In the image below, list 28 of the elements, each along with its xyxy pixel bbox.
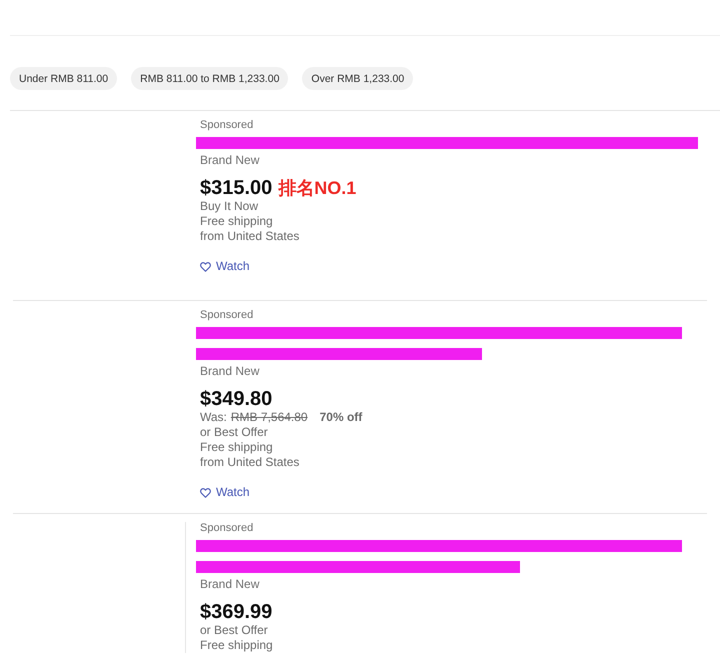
buying-format: or Best Offer xyxy=(200,425,269,440)
sponsored-label: Sponsored xyxy=(200,308,254,322)
price: $349.80 xyxy=(200,388,272,410)
original-price: RMB 7,564.80 xyxy=(230,410,308,425)
sponsored-label: Sponsored xyxy=(200,118,254,132)
price-filter-chip[interactable]: Under RMB 811.00 xyxy=(10,67,118,90)
heart-icon xyxy=(200,262,211,272)
item-location: from United States xyxy=(200,455,300,470)
shipping-info: Free shipping xyxy=(200,440,274,455)
price: $369.99 xyxy=(200,600,272,622)
condition-label: Brand New xyxy=(200,364,260,378)
heart-icon xyxy=(200,488,211,498)
shipping-info: Free shipping xyxy=(200,214,274,229)
item-location: from United States xyxy=(200,229,300,244)
buying-format: or Best Offer xyxy=(200,622,269,638)
watch-button[interactable]: Watch xyxy=(200,259,250,274)
watch-button[interactable]: Watch xyxy=(200,485,250,500)
price-filter-chip[interactable]: Over RMB 1,233.00 xyxy=(302,67,414,90)
ranking-annotation: 排名NO.1 xyxy=(278,177,356,199)
price: $315.00 xyxy=(200,177,272,199)
was-label: Was: xyxy=(200,410,227,425)
discount-label: 70% off xyxy=(320,410,362,425)
shipping-info: Free shipping xyxy=(200,638,274,652)
buying-format: Buy It Now xyxy=(200,199,260,214)
sponsored-label: Sponsored xyxy=(200,520,254,534)
condition-label: Brand New xyxy=(200,576,260,590)
price-filter-chip[interactable]: RMB 811.00 to RMB 1,233.00 xyxy=(131,67,288,90)
condition-label: Brand New xyxy=(200,153,260,167)
